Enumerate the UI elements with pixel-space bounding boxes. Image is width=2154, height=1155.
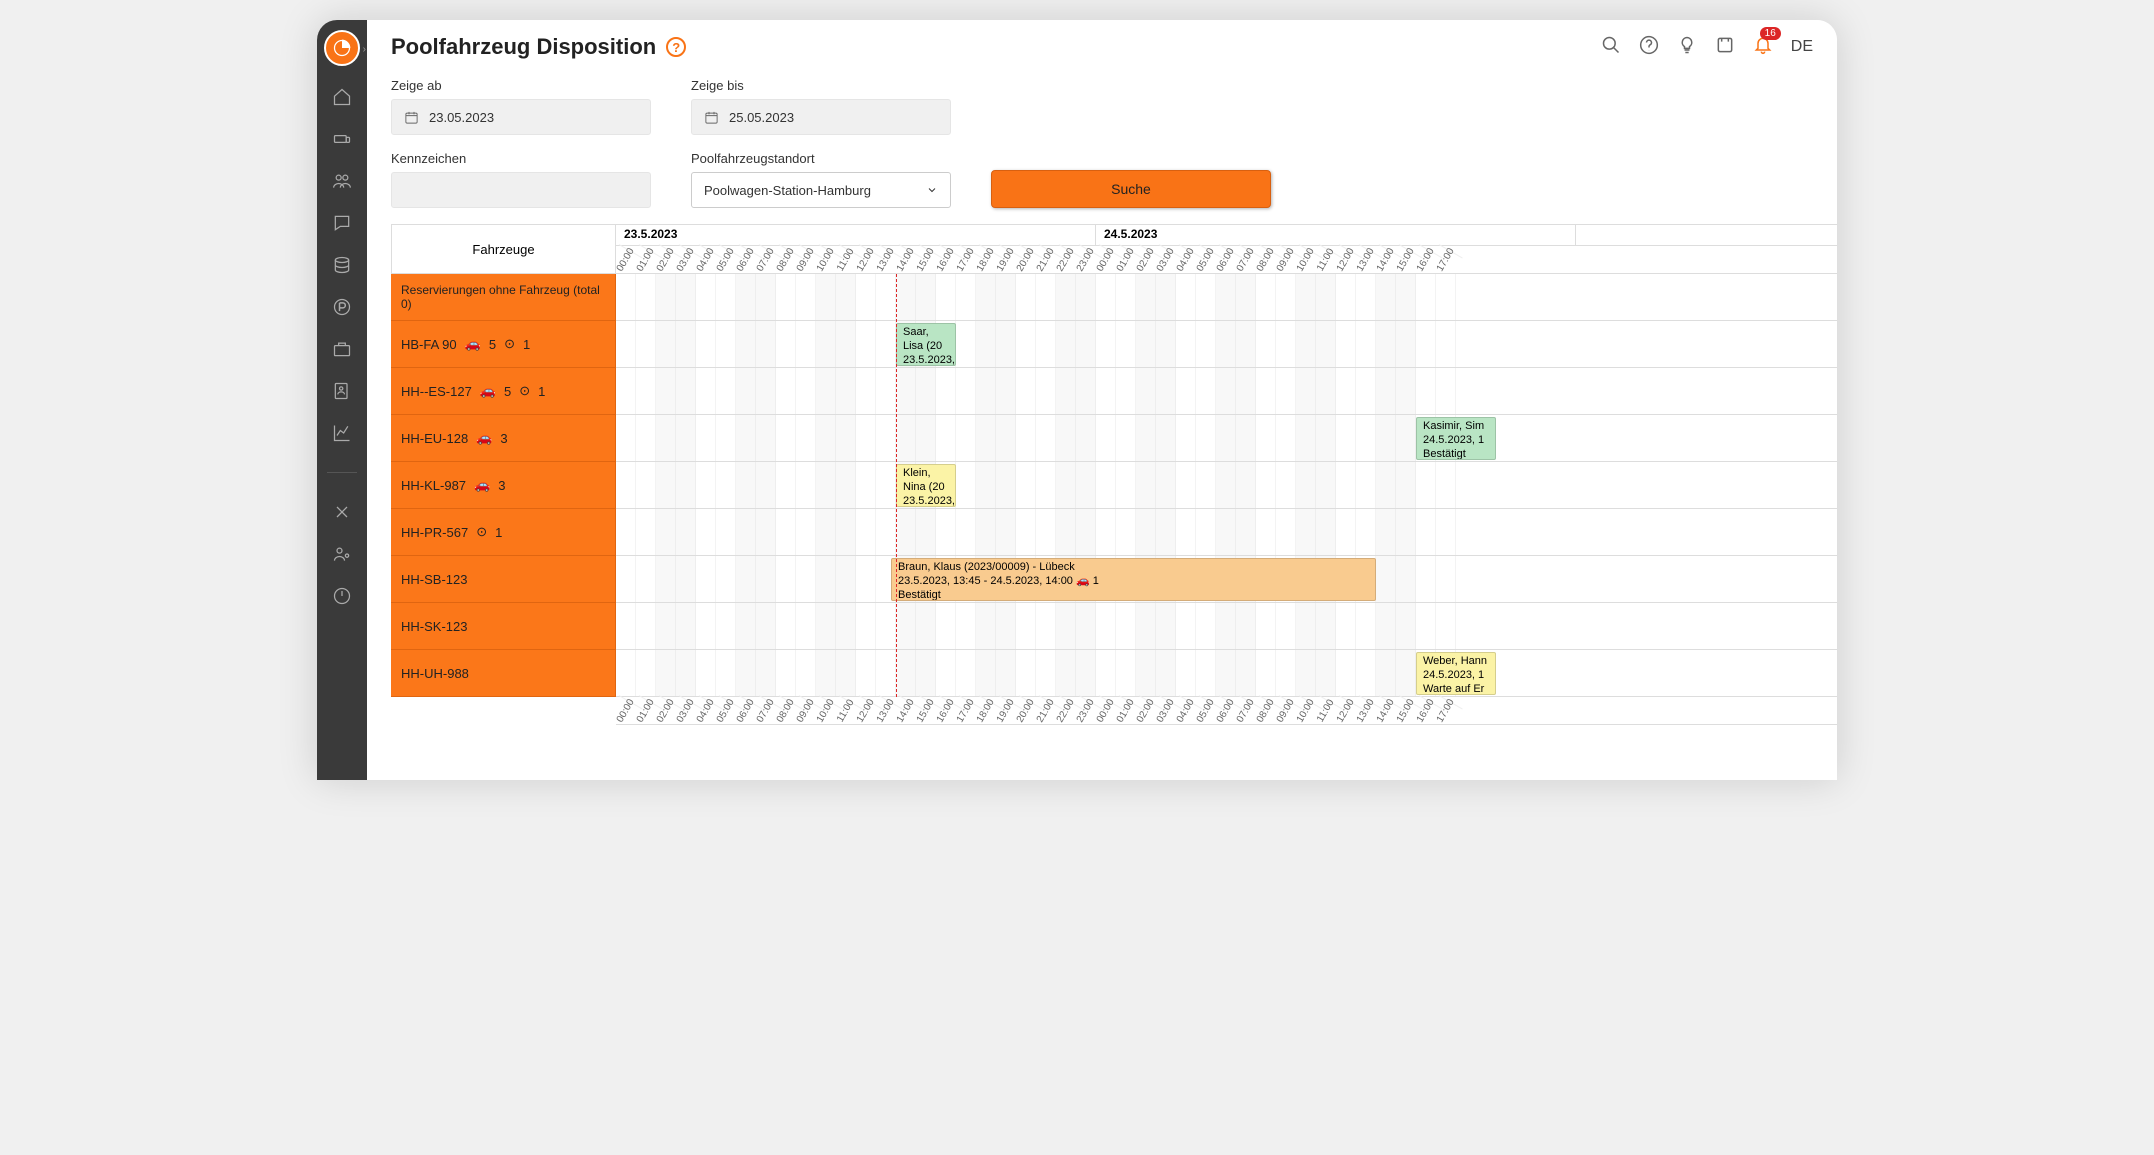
to-date-input[interactable]: 25.05.2023 [691, 99, 951, 135]
chevron-down-icon [926, 184, 938, 196]
fleet-icon[interactable] [331, 128, 353, 150]
reservation-block[interactable]: Weber, Hann24.5.2023, 1Warte auf Er [1416, 652, 1496, 695]
vehicle-row-label[interactable]: HH-UH-988 [391, 650, 616, 697]
vehicle-row-label[interactable]: HH-PR-567 ⊙1 [391, 509, 616, 556]
reservation-block[interactable]: Saar, Lisa (2023.5.2023, 1Bestätigt [896, 323, 956, 366]
notification-badge: 16 [1760, 27, 1781, 40]
home-icon[interactable] [331, 86, 353, 108]
plate-label: Kennzeichen [391, 151, 651, 166]
vehicle-row-label[interactable]: HH-KL-987 🚗3 [391, 462, 616, 509]
calendar-icon [704, 110, 719, 125]
gantt-row: Weber, Hann24.5.2023, 1Warte auf Er [616, 650, 1837, 697]
from-label: Zeige ab [391, 78, 651, 93]
help-icon[interactable]: ? [666, 37, 686, 57]
reservation-block[interactable]: Klein, Nina (2023.5.2023, 14Warte auf Er… [896, 464, 956, 507]
users-icon[interactable] [331, 170, 353, 192]
admin-users-icon[interactable] [331, 543, 353, 565]
day-header-cell: 23.5.2023 [616, 225, 1096, 245]
bell-icon[interactable]: 16 [1753, 35, 1773, 60]
gantt-row [616, 603, 1837, 650]
sidebar: › [317, 20, 367, 780]
gantt-row: Saar, Lisa (2023.5.2023, 1Bestätigt [616, 321, 1837, 368]
parking-icon[interactable] [331, 296, 353, 318]
app-logo[interactable]: › [324, 30, 360, 66]
sidebar-expand-icon[interactable]: › [363, 44, 366, 55]
power-icon[interactable] [331, 585, 353, 607]
gantt-row [616, 509, 1837, 556]
location-select[interactable]: Poolwagen-Station-Hamburg [691, 172, 951, 208]
reservation-block[interactable]: Braun, Klaus (2023/00009) - Lübeck23.5.2… [891, 558, 1376, 601]
note-icon[interactable] [1715, 35, 1735, 60]
language-selector[interactable]: DE [1791, 38, 1813, 56]
reservation-block[interactable]: Kasimir, Sim24.5.2023, 1Bestätigt [1416, 417, 1496, 460]
gantt-row: Kasimir, Sim24.5.2023, 1Bestätigt [616, 415, 1837, 462]
vehicle-row-label[interactable]: HB-FA 90 🚗5 ⊙1 [391, 321, 616, 368]
tools-icon[interactable] [331, 501, 353, 523]
search-button[interactable]: Suche [991, 170, 1271, 208]
vehicle-row-label[interactable]: HH-SK-123 [391, 603, 616, 650]
vehicle-row-label[interactable]: HH-EU-128 🚗3 [391, 415, 616, 462]
gantt-row: Braun, Klaus (2023/00009) - Lübeck23.5.2… [616, 556, 1837, 603]
search-icon[interactable] [1601, 35, 1621, 60]
vehicles-column-header: Fahrzeuge [391, 224, 616, 274]
day-header-cell: 24.5.2023 [1096, 225, 1576, 245]
location-label: Poolfahrzeugstandort [691, 151, 951, 166]
chat-icon[interactable] [331, 212, 353, 234]
question-icon[interactable] [1639, 35, 1659, 60]
briefcase-icon[interactable] [331, 338, 353, 360]
gantt-row [616, 274, 1837, 321]
contact-icon[interactable] [331, 380, 353, 402]
vehicle-row-label[interactable]: HH--ES-127 🚗5 ⊙1 [391, 368, 616, 415]
from-date-input[interactable]: 23.05.2023 [391, 99, 651, 135]
page-header: Poolfahrzeug Disposition ? 16 DE [367, 20, 1837, 70]
vehicle-row-label[interactable]: Reservierungen ohne Fahrzeug (total 0) [391, 274, 616, 321]
calendar-icon [404, 110, 419, 125]
gantt-row: Klein, Nina (2023.5.2023, 14Warte auf Er… [616, 462, 1837, 509]
to-label: Zeige bis [691, 78, 951, 93]
gantt-row [616, 368, 1837, 415]
lightbulb-icon[interactable] [1677, 35, 1697, 60]
chart-icon[interactable] [331, 422, 353, 444]
stack-icon[interactable] [331, 254, 353, 276]
page-title: Poolfahrzeug Disposition [391, 34, 656, 60]
plate-input[interactable] [391, 172, 651, 208]
vehicle-row-label[interactable]: HH-SB-123 [391, 556, 616, 603]
